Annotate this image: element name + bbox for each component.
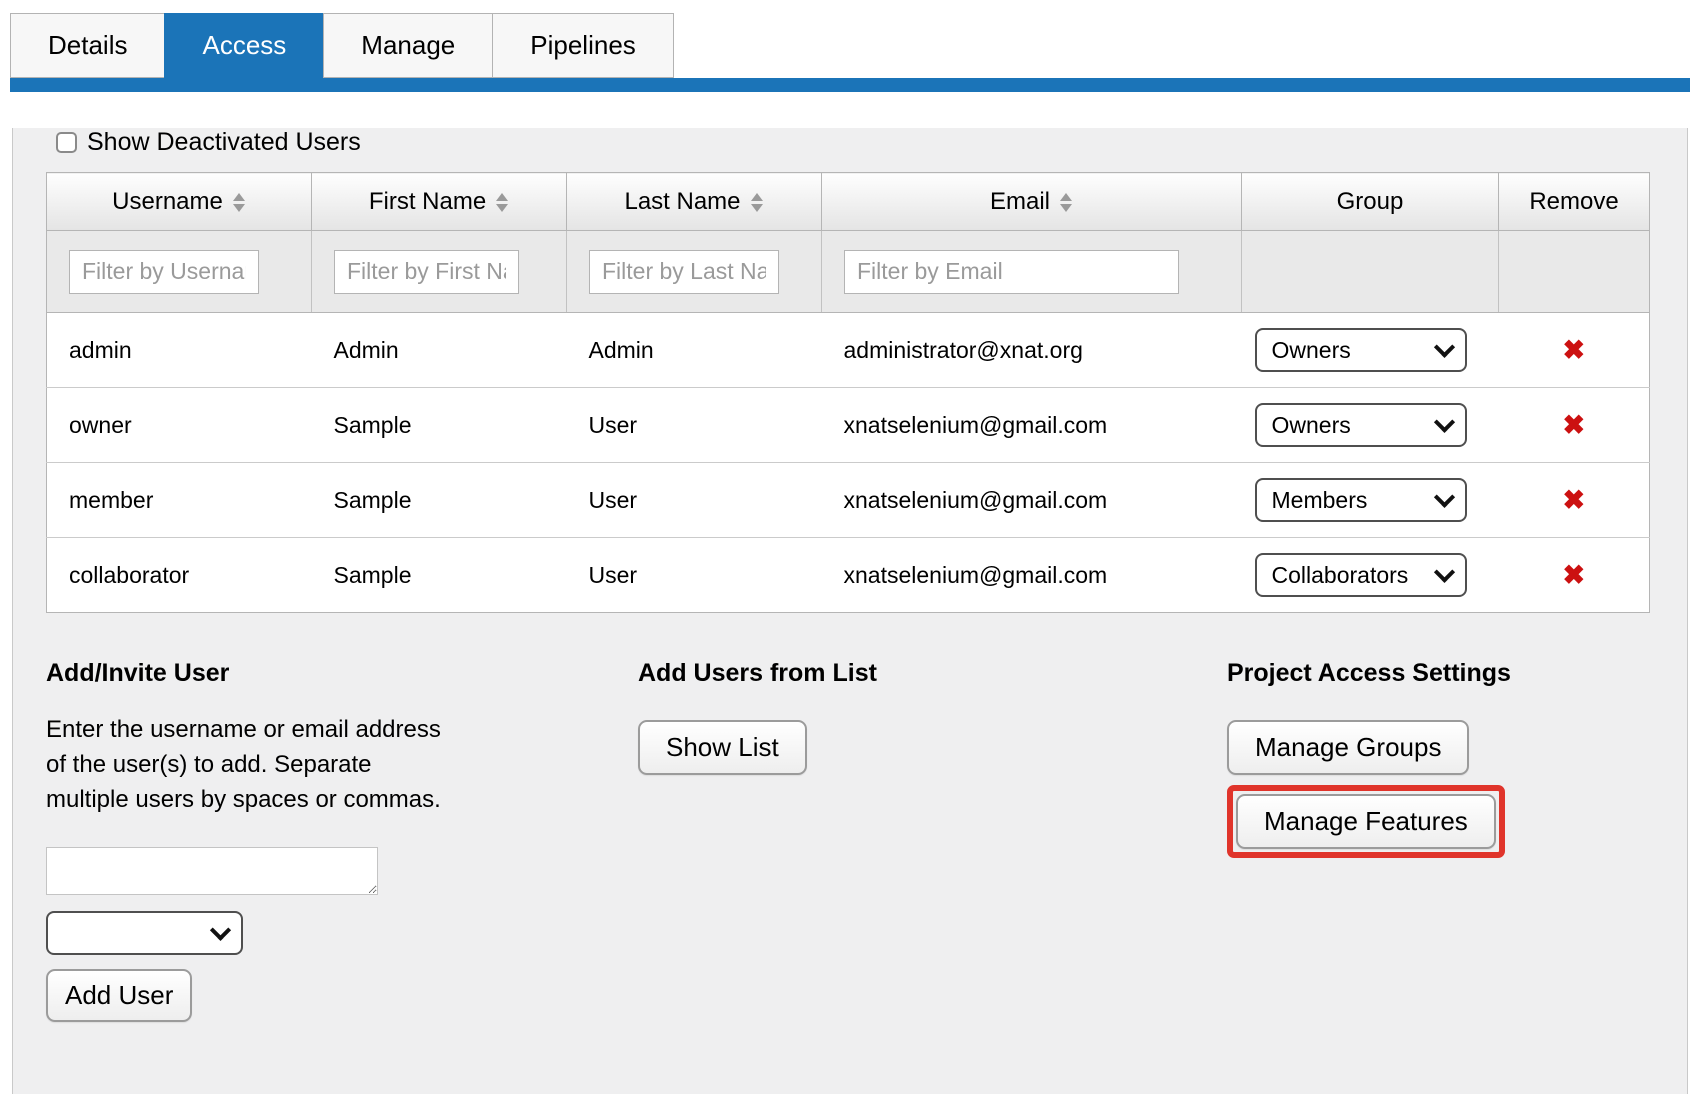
cell-email: administrator@xnat.org	[822, 313, 1242, 388]
cell-first-name: Sample	[312, 463, 567, 538]
cell-username: member	[47, 463, 312, 538]
sort-icon	[496, 193, 509, 212]
tab-details[interactable]: Details	[10, 13, 165, 78]
show-deactivated-label[interactable]: Show Deactivated Users	[87, 128, 361, 157]
remove-user-icon[interactable]: ✖	[1562, 335, 1585, 365]
active-tab-accent-bar	[10, 78, 1690, 92]
cell-last-name: User	[567, 388, 822, 463]
manage-groups-button[interactable]: Manage Groups	[1227, 720, 1469, 775]
add-invite-user-description: Enter the username or email address of t…	[46, 712, 446, 817]
column-header-email[interactable]: Email	[822, 173, 1242, 231]
add-users-from-list-section: Add Users from List Show List	[638, 659, 1227, 1022]
table-header-row: Username First Name Last Name Email Grou…	[47, 173, 1650, 231]
cell-email: xnatselenium@gmail.com	[822, 538, 1242, 613]
cell-username: collaborator	[47, 538, 312, 613]
filter-last-name-input[interactable]	[589, 250, 779, 294]
remove-user-icon[interactable]: ✖	[1562, 410, 1585, 440]
column-label: Username	[112, 188, 223, 215]
access-tab-panel: Show Deactivated Users Username First Na…	[12, 128, 1688, 1094]
table-row: member Sample User xnatselenium@gmail.co…	[47, 463, 1650, 538]
cell-username: admin	[47, 313, 312, 388]
add-invite-user-section: Add/Invite User Enter the username or em…	[46, 659, 638, 1022]
sort-icon	[751, 193, 764, 212]
add-users-from-list-title: Add Users from List	[638, 659, 1227, 688]
add-invite-user-title: Add/Invite User	[46, 659, 638, 688]
group-select[interactable]: Collaborators	[1255, 553, 1467, 597]
bottom-sections: Add/Invite User Enter the username or em…	[46, 659, 1687, 1022]
show-deactivated-checkbox[interactable]	[56, 132, 77, 153]
column-label: First Name	[369, 188, 486, 215]
project-users-table: Username First Name Last Name Email Grou…	[46, 172, 1650, 613]
group-select[interactable]: Owners	[1255, 403, 1467, 447]
column-header-remove: Remove	[1499, 173, 1650, 231]
column-header-last-name[interactable]: Last Name	[567, 173, 822, 231]
remove-user-icon[interactable]: ✖	[1562, 485, 1585, 515]
cell-last-name: User	[567, 538, 822, 613]
cell-last-name: User	[567, 463, 822, 538]
remove-user-icon[interactable]: ✖	[1562, 560, 1585, 590]
cell-email: xnatselenium@gmail.com	[822, 463, 1242, 538]
filter-email-input[interactable]	[844, 250, 1179, 294]
cell-first-name: Sample	[312, 538, 567, 613]
invite-group-select[interactable]	[46, 911, 243, 955]
tab-bar: Details Access Manage Pipelines	[10, 13, 1702, 78]
tab-access[interactable]: Access	[164, 13, 324, 78]
filter-first-name-input[interactable]	[334, 250, 519, 294]
cell-first-name: Admin	[312, 313, 567, 388]
column-header-group: Group	[1242, 173, 1499, 231]
cell-email: xnatselenium@gmail.com	[822, 388, 1242, 463]
column-header-username[interactable]: Username	[47, 173, 312, 231]
column-header-first-name[interactable]: First Name	[312, 173, 567, 231]
cell-first-name: Sample	[312, 388, 567, 463]
manage-features-button[interactable]: Manage Features	[1236, 794, 1496, 849]
show-list-button[interactable]: Show List	[638, 720, 807, 775]
column-label: Last Name	[624, 188, 740, 215]
table-row: owner Sample User xnatselenium@gmail.com…	[47, 388, 1650, 463]
sort-icon	[233, 193, 246, 212]
group-select[interactable]: Members	[1255, 478, 1467, 522]
project-access-settings-section: Project Access Settings Manage Groups Ma…	[1227, 659, 1687, 1022]
tab-manage[interactable]: Manage	[323, 13, 493, 78]
cell-username: owner	[47, 388, 312, 463]
column-label: Email	[990, 188, 1050, 215]
invite-users-textarea[interactable]	[46, 847, 378, 895]
tab-pipelines[interactable]: Pipelines	[492, 13, 674, 78]
filter-username-input[interactable]	[69, 250, 259, 294]
show-deactivated-row: Show Deactivated Users	[56, 128, 1687, 157]
manage-features-highlight-box: Manage Features	[1227, 785, 1505, 858]
project-access-settings-title: Project Access Settings	[1227, 659, 1687, 688]
sort-icon	[1060, 193, 1073, 212]
table-row: admin Admin Admin administrator@xnat.org…	[47, 313, 1650, 388]
table-row: collaborator Sample User xnatselenium@gm…	[47, 538, 1650, 613]
group-select[interactable]: Owners	[1255, 328, 1467, 372]
cell-last-name: Admin	[567, 313, 822, 388]
add-user-button[interactable]: Add User	[46, 969, 192, 1022]
column-label: Remove	[1529, 188, 1618, 215]
column-label: Group	[1337, 188, 1404, 215]
table-filter-row	[47, 231, 1650, 313]
